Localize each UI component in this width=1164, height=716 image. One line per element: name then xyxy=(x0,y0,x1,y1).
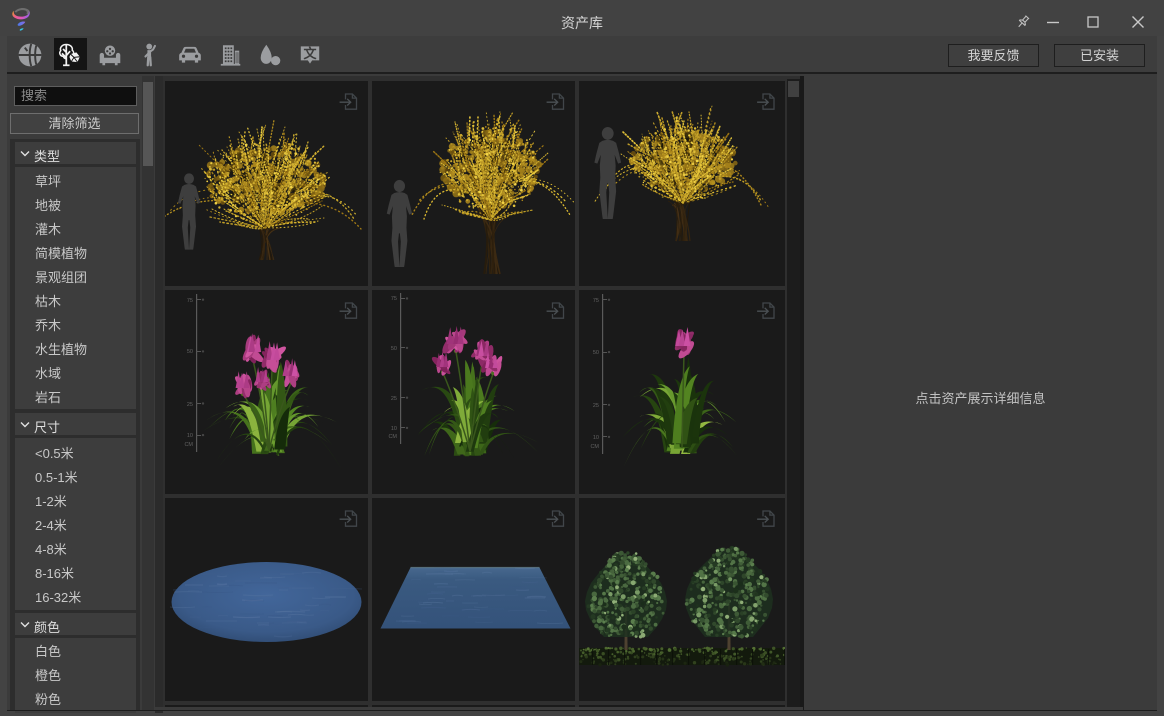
svg-text:75: 75 xyxy=(390,296,396,302)
svg-text:50: 50 xyxy=(592,350,598,356)
svg-text:CM: CM xyxy=(388,434,397,440)
svg-text:CM: CM xyxy=(590,444,599,450)
svg-text:CM: CM xyxy=(184,442,193,448)
svg-text:25: 25 xyxy=(186,402,192,408)
svg-text:50: 50 xyxy=(390,346,396,352)
svg-text:25: 25 xyxy=(390,396,396,402)
svg-text:10: 10 xyxy=(592,435,598,441)
svg-text:75: 75 xyxy=(592,298,598,304)
svg-text:文: 文 xyxy=(303,46,317,61)
svg-text:50: 50 xyxy=(186,349,192,355)
svg-text:10: 10 xyxy=(390,426,396,432)
svg-text:10: 10 xyxy=(186,433,192,439)
svg-text:25: 25 xyxy=(592,403,598,409)
svg-text:75: 75 xyxy=(186,298,192,304)
